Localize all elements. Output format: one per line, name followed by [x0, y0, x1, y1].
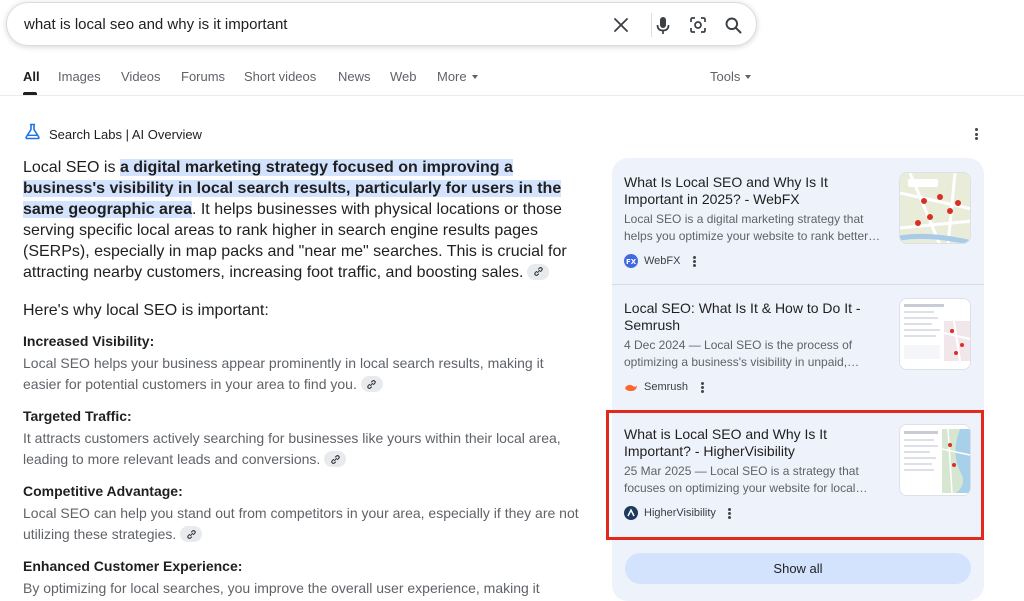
- active-tab-indicator: [23, 92, 37, 95]
- tab-videos[interactable]: Videos: [121, 69, 161, 84]
- source-site: FX WebFX: [624, 254, 698, 268]
- reason-text: It attracts customers actively searching…: [23, 428, 583, 470]
- source-snippet: Local SEO is a digital marketing strateg…: [624, 212, 881, 243]
- reason-title: Increased Visibility:: [23, 333, 155, 349]
- highlight-annotation-box: [606, 410, 984, 540]
- svg-text:FX: FX: [626, 258, 636, 265]
- tab-more[interactable]: More: [437, 69, 478, 84]
- tools-button[interactable]: Tools: [710, 69, 752, 84]
- source-thumbnail-map: [899, 172, 971, 244]
- show-all-button[interactable]: Show all: [625, 553, 971, 584]
- microphone-icon[interactable]: [652, 14, 674, 36]
- ai-overview-body: Local SEO is a digital marketing strateg…: [23, 157, 583, 599]
- citation-link-icon[interactable]: [527, 263, 550, 280]
- source-title[interactable]: What Is Local SEO and Why Is It Importan…: [624, 174, 886, 208]
- ai-overview-header: Search Labs | AI Overview: [24, 123, 202, 145]
- reason-title: Enhanced Customer Experience:: [23, 558, 243, 574]
- chevron-down-icon: [745, 74, 752, 79]
- reason-item: Enhanced Customer Experience: By optimiz…: [23, 557, 583, 599]
- citation-link-icon[interactable]: [324, 451, 347, 468]
- tab-short-videos[interactable]: Short videos: [244, 69, 316, 84]
- tab-more-label: More: [437, 69, 467, 84]
- why-heading: Here's why local SEO is important:: [23, 302, 269, 319]
- tools-label: Tools: [710, 69, 741, 84]
- source-site-name: WebFX: [644, 255, 681, 267]
- citation-link-icon[interactable]: [180, 526, 203, 543]
- reason-text-body: Local SEO helps your business appear pro…: [23, 355, 544, 392]
- tab-web[interactable]: Web: [390, 69, 417, 84]
- overview-intro: Local SEO is a digital marketing strateg…: [23, 157, 583, 283]
- source-card-webfx[interactable]: What Is Local SEO and Why Is It Importan…: [612, 158, 984, 284]
- reason-item: Increased Visibility: Local SEO helps yo…: [23, 332, 583, 395]
- reason-text: Local SEO helps your business appear pro…: [23, 353, 583, 395]
- semrush-favicon-icon: [624, 380, 638, 394]
- source-options-icon[interactable]: [698, 381, 706, 393]
- reason-text-body: Local SEO can help you stand out from co…: [23, 505, 579, 542]
- tab-news[interactable]: News: [338, 69, 371, 84]
- clear-icon[interactable]: [610, 14, 632, 36]
- reason-text: By optimizing for local searches, you im…: [23, 580, 540, 596]
- intro-lead: Local SEO is: [23, 159, 120, 176]
- reason-item: Targeted Traffic: It attracts customers …: [23, 407, 583, 470]
- source-snippet: 4 Dec 2024 — Local SEO is the process of…: [624, 338, 860, 369]
- search-input[interactable]: what is local seo and why is it importan…: [24, 16, 287, 33]
- chevron-down-icon: [471, 74, 478, 79]
- search-tabs: All Images Videos Forums Short videos Ne…: [0, 62, 1024, 96]
- lens-camera-icon[interactable]: [687, 14, 709, 36]
- webfx-favicon-icon: FX: [624, 254, 638, 268]
- tab-all[interactable]: All: [23, 69, 40, 84]
- tab-forums[interactable]: Forums: [181, 69, 225, 84]
- more-options-icon[interactable]: [972, 128, 980, 140]
- source-thumbnail-screenshot: [899, 298, 971, 370]
- labs-flask-icon: [24, 123, 41, 145]
- source-site-name: Semrush: [644, 381, 689, 393]
- source-title[interactable]: Local SEO: What Is It & How to Do It - S…: [624, 300, 886, 334]
- reason-title: Competitive Advantage:: [23, 483, 183, 499]
- reason-title: Targeted Traffic:: [23, 408, 132, 424]
- search-icon[interactable]: [722, 14, 744, 36]
- tab-images[interactable]: Images: [58, 69, 101, 84]
- search-bar[interactable]: what is local seo and why is it importan…: [6, 2, 757, 46]
- source-options-icon[interactable]: [690, 255, 698, 267]
- reason-text: Local SEO can help you stand out from co…: [23, 503, 583, 545]
- ai-overview-title: Search Labs | AI Overview: [49, 126, 202, 142]
- citation-link-icon[interactable]: [360, 376, 383, 393]
- reason-text-body: It attracts customers actively searching…: [23, 430, 561, 467]
- source-site: Semrush: [624, 380, 706, 394]
- source-card-semrush[interactable]: Local SEO: What Is It & How to Do It - S…: [612, 285, 984, 410]
- reason-item: Competitive Advantage: Local SEO can hel…: [23, 482, 583, 545]
